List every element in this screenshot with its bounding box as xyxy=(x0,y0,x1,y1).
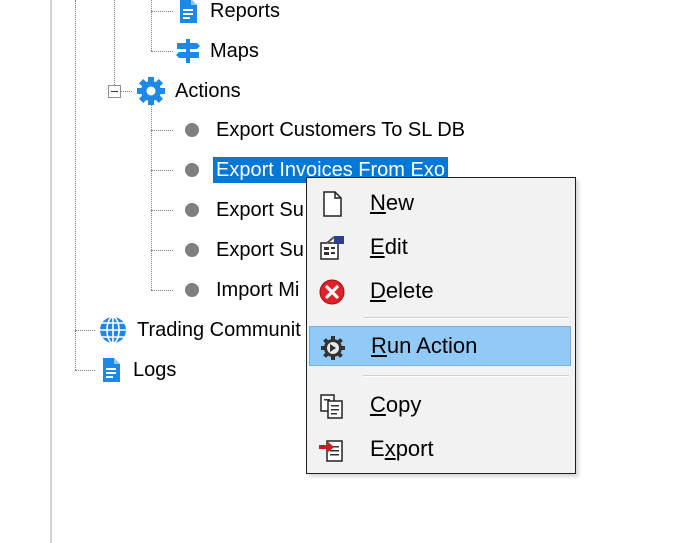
menu-item-label: Copy xyxy=(370,392,422,417)
context-menu: New Edit Delete Run Action Copy Export xyxy=(306,177,576,474)
menu-item-label: New xyxy=(370,190,415,215)
tree-connector xyxy=(75,370,95,371)
copy-icon xyxy=(318,392,346,420)
edit-properties-icon xyxy=(318,234,346,262)
menu-item-label: Delete xyxy=(370,278,434,303)
tree-node-reports[interactable]: Reports xyxy=(175,0,283,28)
tree-connector xyxy=(75,0,76,370)
export-icon xyxy=(318,436,346,464)
globe-icon xyxy=(98,315,128,345)
tree-connector xyxy=(151,51,173,52)
tree-node-label: Trading Communit xyxy=(137,319,301,341)
report-document-icon xyxy=(175,0,201,24)
tree-node-label: Logs xyxy=(133,359,177,381)
gear-icon xyxy=(136,76,166,106)
menu-item-delete[interactable]: Delete xyxy=(309,271,571,311)
tree-connector xyxy=(151,11,173,12)
tree-connector xyxy=(151,0,152,51)
tree-node-trading-community[interactable]: Trading Communit xyxy=(98,313,304,347)
tree-node-label: Maps xyxy=(210,40,259,62)
tree-connector xyxy=(151,210,173,211)
tree-node-logs[interactable]: Logs xyxy=(98,353,179,387)
new-page-icon xyxy=(318,190,346,218)
collapse-toggle[interactable] xyxy=(108,85,121,98)
log-document-icon xyxy=(98,357,124,383)
bullet-icon xyxy=(185,283,199,297)
tree-connector xyxy=(151,290,173,291)
tree-connector xyxy=(114,0,115,91)
bullet-icon xyxy=(185,243,199,257)
menu-item-copy[interactable]: Copy xyxy=(309,385,571,425)
bullet-icon xyxy=(185,203,199,217)
tree-node-label: Export Su xyxy=(216,199,304,221)
bullet-icon xyxy=(185,123,199,137)
menu-item-new[interactable]: New xyxy=(309,183,571,223)
tree-connector xyxy=(151,104,152,290)
bullet-icon xyxy=(185,163,199,177)
tree-node-action[interactable]: Export Customers To SL DB xyxy=(181,113,468,147)
menu-separator xyxy=(363,375,569,377)
tree-node-action[interactable]: Export Su xyxy=(181,233,307,267)
tree-connector xyxy=(151,130,173,131)
menu-item-run-action[interactable]: Run Action xyxy=(309,326,571,366)
tree-node-actions[interactable]: Actions xyxy=(136,74,244,108)
tree-connector xyxy=(75,330,95,331)
tree-node-label: Export Customers To SL DB xyxy=(216,119,465,141)
tree-node-label: Import Mi xyxy=(216,279,300,301)
tree-node-label: Export Su xyxy=(216,239,304,261)
tree-connector xyxy=(151,170,173,171)
menu-item-export[interactable]: Export xyxy=(309,429,571,469)
tree-node-label: Reports xyxy=(210,0,281,22)
menu-item-label: Edit xyxy=(370,234,408,259)
delete-x-icon xyxy=(318,278,346,306)
signpost-icon xyxy=(175,38,201,64)
menu-item-label: Run Action xyxy=(371,333,478,358)
tree-node-label: Actions xyxy=(175,80,241,102)
tree-node-maps[interactable]: Maps xyxy=(175,34,262,68)
tree-node-action[interactable]: Import Mi xyxy=(181,273,302,307)
menu-item-label: Export xyxy=(370,436,434,461)
tree-connector xyxy=(151,250,173,251)
tree-node-action[interactable]: Export Su xyxy=(181,193,307,227)
menu-item-edit[interactable]: Edit xyxy=(309,227,571,267)
menu-separator xyxy=(363,317,569,319)
run-gear-icon xyxy=(319,334,347,362)
